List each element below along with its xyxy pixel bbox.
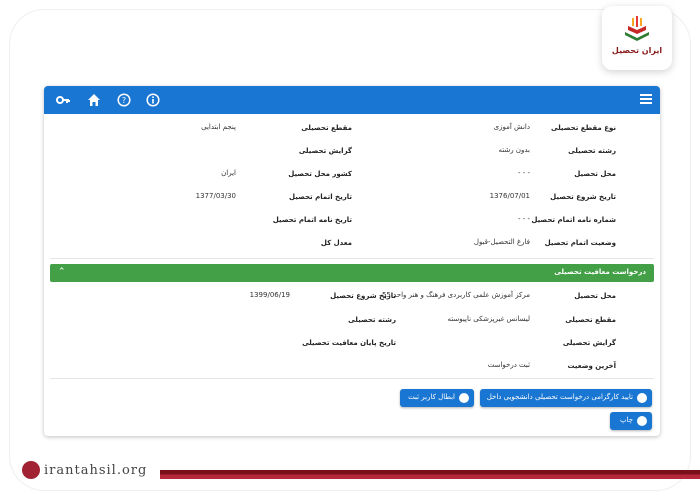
info-icon[interactable] xyxy=(146,93,160,107)
edu-country-value: ایران xyxy=(221,169,236,177)
edu-country-label: کشور محل تحصیل xyxy=(288,170,352,178)
check-circle-icon xyxy=(637,393,647,403)
card-divider xyxy=(50,378,654,379)
ex-start-date-label: تاریخ شروع تحصیل xyxy=(330,292,396,300)
edu-field-value: بدون رشته xyxy=(498,146,530,154)
key-icon[interactable] xyxy=(56,93,70,107)
ex-last-status-value: ثبت درخواست xyxy=(487,361,530,369)
print-button[interactable]: چاپ xyxy=(610,412,652,430)
chevron-up-icon[interactable]: ⌃ xyxy=(58,267,66,277)
alert-circle-icon xyxy=(637,416,647,426)
globe-icon xyxy=(22,461,40,479)
ex-field-label: رشته تحصیلی xyxy=(348,316,396,324)
ex-end-date-label: تاریخ پایان معافیت تحصیلی xyxy=(302,339,396,347)
edu-end-date-value: 1377/03/30 xyxy=(195,192,236,200)
edu-end-letter-no-value: - - - xyxy=(517,215,530,223)
svg-text:?: ? xyxy=(122,96,126,105)
edu-end-letter-date-label: تاریخ نامه اتمام تحصیل xyxy=(272,216,352,224)
ex-level-label: مقطع تحصیلی xyxy=(565,316,616,324)
ex-start-date-value: 1399/06/19 xyxy=(249,291,290,299)
edu-start-date-value: 1376/07/01 xyxy=(489,192,530,200)
ex-place-label: محل تحصیل xyxy=(574,292,616,300)
edu-level-type-label: نوع مقطع تحصیلی xyxy=(550,124,616,132)
exemption-section-header[interactable]: ⌃ درخواست معافیت تحصیلی xyxy=(50,264,654,282)
app-window: ? نوع مقطع تحصیلی دانش آموزی رشته تحصیلی… xyxy=(44,86,660,436)
edu-orientation-label: گرایش تحصیلی xyxy=(298,147,352,155)
edu-field-label: رشته تحصیلی xyxy=(568,147,616,155)
book-flag-icon xyxy=(625,16,649,41)
top-bar: ? xyxy=(44,86,660,114)
ex-place-value: مرکز آموزش علمی کاربردی فرهنگ و هنر واحد… xyxy=(381,291,530,299)
edu-end-date-label: تاریخ اتمام تحصیل xyxy=(289,193,352,201)
info-circle-icon xyxy=(459,393,469,403)
edu-level-type-value: دانش آموزی xyxy=(493,123,530,131)
edu-end-status-value: فارغ التحصیل-قبول xyxy=(473,238,530,246)
exemption-section-title: درخواست معافیت تحصیلی xyxy=(554,268,646,276)
cancel-registration-button[interactable]: ابطال کاربر ثبت xyxy=(400,389,474,407)
edu-end-status-label: وضعیت اتمام تحصیل xyxy=(544,239,616,247)
edu-gpa-label: معدل کل xyxy=(320,239,352,247)
edu-end-letter-no-label: شماره نامه اتمام تحصیل xyxy=(531,216,616,224)
ex-orientation-label: گرایش تحصیلی xyxy=(562,339,616,347)
menu-icon[interactable] xyxy=(640,94,652,106)
help-icon[interactable]: ? xyxy=(117,93,131,107)
edu-place-label: محل تحصیل xyxy=(574,170,616,178)
brand-logo: ایران تحصیل xyxy=(602,6,672,70)
edu-level-value: پنجم ابتدایی xyxy=(201,123,236,131)
confirm-request-button[interactable]: تایید کارگزامی درخواست تحصیلی دانشجویی د… xyxy=(480,389,652,407)
ex-level-value: لیسانس غیرپزشکی ناپیوسته xyxy=(447,315,530,323)
edu-start-date-label: تاریخ شروع تحصیل xyxy=(550,193,616,201)
edu-level-label: مقطع تحصیلی xyxy=(301,124,352,132)
ex-last-status-label: آخرین وضعیت xyxy=(567,362,617,370)
brand-logo-text: ایران تحصیل xyxy=(611,46,663,55)
footer-website[interactable]: irantahsil.org xyxy=(44,463,147,478)
home-icon[interactable] xyxy=(87,93,101,107)
card-divider xyxy=(50,258,654,259)
edu-place-value: - - - xyxy=(517,169,530,177)
footer-bar xyxy=(160,470,700,479)
